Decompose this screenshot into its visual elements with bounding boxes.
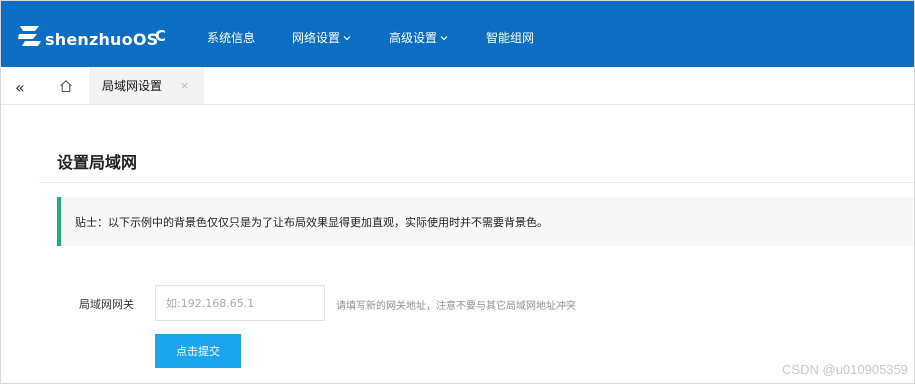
brand-name: shenzhuoOS bbox=[45, 29, 159, 49]
top-navbar: shenzhuoOS C 系统信息 网络设置 高级设置 智能组网 bbox=[1, 1, 914, 67]
chevron-down-icon bbox=[440, 35, 448, 40]
tip-callout: 贴士：以下示例中的背景色仅仅只是为了让布局效果显得更加直观，实际使用时并不需要背… bbox=[57, 197, 914, 246]
nav-item-label: 系统信息 bbox=[207, 31, 256, 45]
chevron-down-icon bbox=[343, 35, 351, 40]
divider bbox=[39, 182, 914, 183]
tab-label: 局域网设置 bbox=[102, 79, 163, 93]
tab-bar: « 局域网设置 × bbox=[1, 67, 914, 105]
nav-item-label: 智能组网 bbox=[486, 31, 535, 45]
brand[interactable]: shenzhuoOS bbox=[17, 15, 158, 55]
refresh-icon[interactable]: C bbox=[155, 27, 166, 45]
app-window: shenzhuoOS C 系统信息 网络设置 高级设置 智能组网 « 局域网设置… bbox=[0, 0, 915, 384]
nav-item-system-info[interactable]: 系统信息 bbox=[207, 29, 255, 46]
nav-item-smart-networking[interactable]: 智能组网 bbox=[486, 29, 534, 46]
close-tab-icon[interactable]: × bbox=[180, 79, 189, 92]
home-icon-glyph bbox=[60, 80, 72, 93]
nav-item-advanced-settings[interactable]: 高级设置 bbox=[389, 29, 448, 46]
nav-item-label: 高级设置 bbox=[389, 31, 438, 45]
gateway-input[interactable] bbox=[155, 285, 325, 321]
logo-icon bbox=[18, 26, 41, 46]
nav-item-label: 网络设置 bbox=[292, 31, 341, 45]
gateway-label: 局域网网关 bbox=[79, 298, 134, 311]
home-icon[interactable] bbox=[59, 78, 73, 97]
tab-lan-settings[interactable]: 局域网设置 × bbox=[89, 67, 204, 104]
gateway-hint: 请填写新的网关地址，注意不要与其它局域网地址冲突 bbox=[336, 301, 576, 312]
main-content: 设置局域网 贴士：以下示例中的背景色仅仅只是为了让布局效果显得更加直观，实际使用… bbox=[1, 105, 914, 383]
page-title: 设置局域网 bbox=[57, 153, 138, 172]
watermark: CSDN @u010905359 bbox=[782, 362, 908, 377]
submit-button[interactable]: 点击提交 bbox=[155, 334, 241, 368]
collapse-sidebar-icon[interactable]: « bbox=[15, 78, 25, 97]
nav-item-network-settings[interactable]: 网络设置 bbox=[292, 29, 351, 46]
tip-text: 贴士：以下示例中的背景色仅仅只是为了让布局效果显得更加直观，实际使用时并不需要背… bbox=[75, 215, 548, 229]
